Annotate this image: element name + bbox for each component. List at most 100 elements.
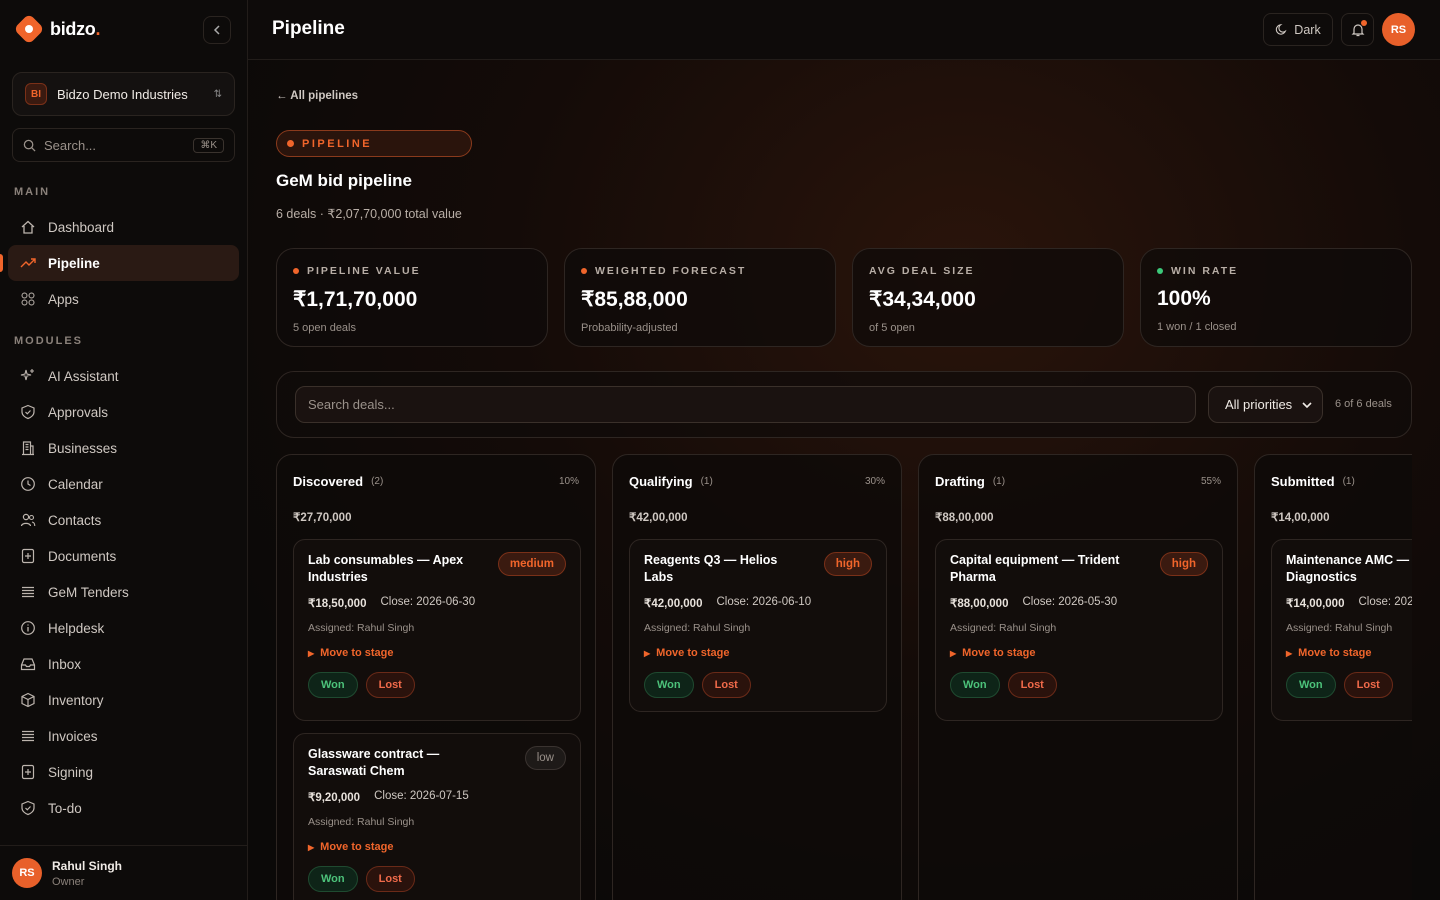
mark-won-button[interactable]: Won xyxy=(308,866,358,892)
sidebar-item-invoices[interactable]: Invoices xyxy=(8,718,239,754)
deal-amount: ₹88,00,000 xyxy=(950,598,1009,610)
sidebar-item-inbox[interactable]: Inbox xyxy=(8,646,239,682)
kpi-label: WIN RATE xyxy=(1171,265,1239,277)
sidebar-item-inventory[interactable]: Inventory xyxy=(8,682,239,718)
pill-dot xyxy=(287,140,294,147)
sidebar-item-label: Inventory xyxy=(48,692,104,708)
mark-lost-button[interactable]: Lost xyxy=(1343,672,1393,698)
sparkle-icon xyxy=(20,368,36,384)
move-to-stage-button[interactable]: ▶ Move to stage xyxy=(644,647,872,659)
move-to-stage-button[interactable]: ▶ Move to stage xyxy=(1286,647,1412,659)
mark-lost-button[interactable]: Lost xyxy=(365,866,415,892)
kpi-label: AVG DEAL SIZE xyxy=(869,265,975,277)
collapse-sidebar-button[interactable] xyxy=(203,16,231,44)
inbox-icon xyxy=(20,656,36,672)
sidebar-item-helpdesk[interactable]: Helpdesk xyxy=(8,610,239,646)
info-icon xyxy=(20,620,36,636)
sidebar: bidzo. BI Bidzo Demo Industries ⇅ Search… xyxy=(0,0,248,900)
sidebar-item-signing[interactable]: Signing xyxy=(8,754,239,790)
sidebar-item-to-do[interactable]: To-do xyxy=(8,790,239,826)
deal-amount: ₹18,50,000 xyxy=(308,598,367,610)
sidebar-item-approvals[interactable]: Approvals xyxy=(8,394,239,430)
move-to-stage-button[interactable]: ▶ Move to stage xyxy=(950,647,1208,659)
org-badge: BI xyxy=(25,83,47,105)
section-label-modules: MODULES xyxy=(14,335,83,347)
sidebar-search[interactable]: Search... ⌘K xyxy=(12,128,235,162)
mark-won-button[interactable]: Won xyxy=(950,672,1000,698)
priority-badge: high xyxy=(823,552,872,576)
user-role: Owner xyxy=(52,875,85,888)
stage-probability: 55% xyxy=(1200,476,1221,487)
kpi-note: Probability-adjusted xyxy=(581,322,678,334)
pipeline-subtitle: 6 deals · ₹2,07,70,000 total value xyxy=(276,207,462,221)
deal-search-input[interactable]: Search deals... xyxy=(295,386,1196,423)
kpi-value: 100% xyxy=(1157,287,1211,310)
deal-amount: ₹42,00,000 xyxy=(644,598,703,610)
deal-close-date: Close: 2026-06-30 xyxy=(380,596,476,608)
document-icon xyxy=(20,548,36,564)
move-to-stage-button[interactable]: ▶ Move to stage xyxy=(308,841,566,853)
main-content: Pipeline Dark RS ← All pipelines PIPELIN… xyxy=(248,0,1440,900)
stage-total: ₹42,00,000 xyxy=(629,512,688,524)
shield-icon xyxy=(20,800,36,816)
deal-card[interactable]: Reagents Q3 — Helios Labs high ₹42,00,00… xyxy=(629,539,887,712)
kpi-dot xyxy=(581,268,587,274)
sidebar-item-label: To-do xyxy=(48,800,82,816)
sidebar-item-apps[interactable]: Apps xyxy=(8,281,239,317)
pipeline-title: GeM bid pipeline xyxy=(276,171,413,190)
mark-won-button[interactable]: Won xyxy=(308,672,358,698)
caret-right-icon: ▶ xyxy=(308,648,315,658)
deal-amount: ₹9,20,000 xyxy=(308,792,361,804)
kpi-card-win-rate: WIN RATE 100% 1 won / 1 closed xyxy=(1140,248,1412,347)
topbar: Pipeline Dark RS xyxy=(248,0,1440,60)
search-icon xyxy=(23,139,36,152)
org-switcher[interactable]: BI Bidzo Demo Industries ⇅ xyxy=(12,72,235,116)
move-to-stage-button[interactable]: ▶ Move to stage xyxy=(308,647,566,659)
sidebar-item-label: Apps xyxy=(48,291,79,307)
stage-count: (1) xyxy=(992,476,1006,487)
mark-won-button[interactable]: Won xyxy=(1286,672,1336,698)
sidebar-item-ai-assistant[interactable]: AI Assistant xyxy=(8,358,239,394)
deal-card[interactable]: Capital equipment — Trident Pharma high … xyxy=(935,539,1223,721)
stage-column-submitted: Submitted (1) ₹14,00,000 Maintenance AMC… xyxy=(1254,454,1412,900)
back-to-pipelines-link[interactable]: ← All pipelines xyxy=(276,90,358,102)
user-profile[interactable]: RS Rahul Singh Owner xyxy=(0,845,247,900)
sidebar-item-documents[interactable]: Documents xyxy=(8,538,239,574)
mark-lost-button[interactable]: Lost xyxy=(701,672,751,698)
sidebar-item-label: Contacts xyxy=(48,512,102,528)
deal-close-date: Close: 2026-05-30 xyxy=(1022,596,1118,608)
brand-dot: . xyxy=(95,18,101,39)
sidebar-item-calendar[interactable]: Calendar xyxy=(8,466,239,502)
kpi-note: 1 won / 1 closed xyxy=(1157,321,1237,333)
user-avatar-button[interactable]: RS xyxy=(1382,13,1415,46)
sidebar-item-label: Approvals xyxy=(48,404,109,420)
document-icon xyxy=(20,764,36,780)
brand-logo[interactable]: bidzo. xyxy=(13,13,101,45)
kpi-dot xyxy=(293,268,299,274)
list-icon xyxy=(20,584,36,600)
notification-dot xyxy=(1361,20,1367,26)
kpi-note: 5 open deals xyxy=(293,322,356,334)
priority-select[interactable]: All priorities xyxy=(1208,386,1323,423)
deal-card[interactable]: Maintenance AMC — Diagnostics ₹14,00,000… xyxy=(1271,539,1412,721)
mark-lost-button[interactable]: Lost xyxy=(365,672,415,698)
kpi-dot xyxy=(1157,268,1163,274)
stage-column-qualifying: Qualifying (1) 30% ₹42,00,000 Reagents Q… xyxy=(612,454,902,900)
deal-title: Maintenance AMC — Diagnostics xyxy=(1286,553,1410,584)
sidebar-item-contacts[interactable]: Contacts xyxy=(8,502,239,538)
mark-won-button[interactable]: Won xyxy=(644,672,694,698)
sidebar-item-label: Signing xyxy=(48,764,94,780)
caret-right-icon: ▶ xyxy=(308,842,315,852)
deal-card[interactable]: Lab consumables — Apex Industries medium… xyxy=(293,539,581,721)
theme-toggle-button[interactable]: Dark xyxy=(1263,13,1333,46)
kpi-card-avg-deal-size: AVG DEAL SIZE ₹34,34,000 of 5 open xyxy=(852,248,1124,347)
sidebar-item-gem-tenders[interactable]: GeM Tenders xyxy=(8,574,239,610)
move-to-stage-label: Move to stage xyxy=(320,647,394,659)
deal-card[interactable]: Glassware contract — Saraswati Chem low … xyxy=(293,733,581,900)
notifications-button[interactable] xyxy=(1341,13,1374,46)
sidebar-item-businesses[interactable]: Businesses xyxy=(8,430,239,466)
sidebar-item-dashboard[interactable]: Dashboard xyxy=(8,209,239,245)
sidebar-item-pipeline[interactable]: Pipeline xyxy=(8,245,239,281)
caret-right-icon: ▶ xyxy=(950,648,957,658)
mark-lost-button[interactable]: Lost xyxy=(1007,672,1057,698)
